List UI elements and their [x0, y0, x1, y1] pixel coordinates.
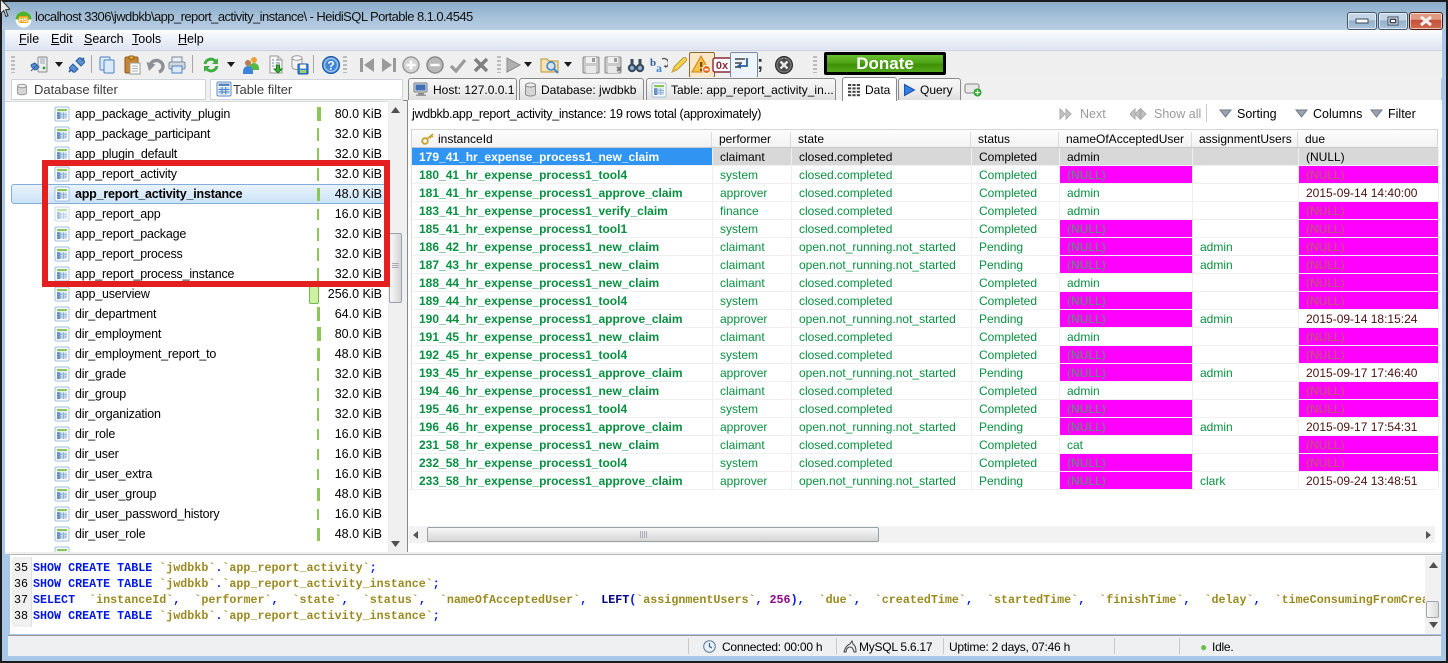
svg-text:?: ? [327, 59, 334, 73]
svg-text:HS: HS [19, 17, 29, 24]
svg-text:a: a [656, 61, 662, 75]
svg-text:0x: 0x [716, 60, 729, 72]
